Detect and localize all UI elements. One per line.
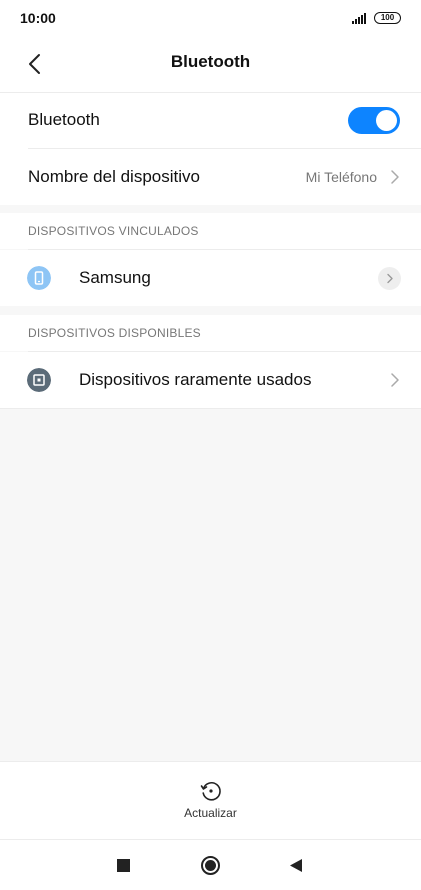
back-nav-button[interactable] xyxy=(289,858,303,873)
bluetooth-toggle-row[interactable]: Bluetooth xyxy=(0,92,421,148)
bottom-action-bar: Actualizar xyxy=(0,761,421,839)
divider xyxy=(0,408,421,409)
phone-icon xyxy=(27,266,51,290)
page-title: Bluetooth xyxy=(170,52,251,71)
device-name-row[interactable]: Nombre del dispositivo Mi Teléfono xyxy=(0,149,421,205)
refresh-icon xyxy=(200,782,221,801)
chevron-right-icon xyxy=(391,373,399,387)
status-time: 10:00 xyxy=(20,10,56,26)
battery-icon: 100 xyxy=(374,12,401,24)
available-section-header: DISPOSITIVOS DISPONIBLES xyxy=(0,315,421,351)
chevron-right-icon xyxy=(391,170,399,184)
rarely-used-devices-row[interactable]: Dispositivos raramente usados xyxy=(0,352,421,408)
rarely-used-devices-label: Dispositivos raramente usados xyxy=(79,370,312,389)
device-square-icon xyxy=(27,368,51,392)
paired-device-row[interactable]: Samsung xyxy=(0,250,421,306)
toggle-knob xyxy=(376,110,397,131)
refresh-button[interactable] xyxy=(199,779,223,803)
bluetooth-label: Bluetooth xyxy=(28,110,100,129)
refresh-label[interactable]: Actualizar xyxy=(0,806,421,820)
device-name-value: Mi Teléfono xyxy=(305,169,377,185)
paired-devices-list: Samsung xyxy=(0,250,421,306)
status-bar: 10:00 100 xyxy=(0,0,421,36)
app-header: Bluetooth xyxy=(0,36,421,92)
bluetooth-settings-section: Bluetooth Nombre del dispositivo Mi Telé… xyxy=(0,92,421,205)
device-name-label: Nombre del dispositivo xyxy=(28,167,200,186)
recents-button[interactable] xyxy=(117,859,130,872)
device-settings-button[interactable] xyxy=(378,267,401,290)
bluetooth-toggle[interactable] xyxy=(348,107,400,134)
status-icons: 100 xyxy=(352,12,401,24)
available-devices-list: Dispositivos raramente usados xyxy=(0,352,421,409)
paired-device-name: Samsung xyxy=(79,268,151,287)
signal-icon xyxy=(352,12,366,24)
triangle-back-icon xyxy=(290,859,302,872)
home-button[interactable] xyxy=(201,856,220,875)
system-nav-bar xyxy=(0,839,421,890)
paired-section-header: DISPOSITIVOS VINCULADOS xyxy=(0,213,421,249)
chevron-right-icon xyxy=(386,273,393,284)
